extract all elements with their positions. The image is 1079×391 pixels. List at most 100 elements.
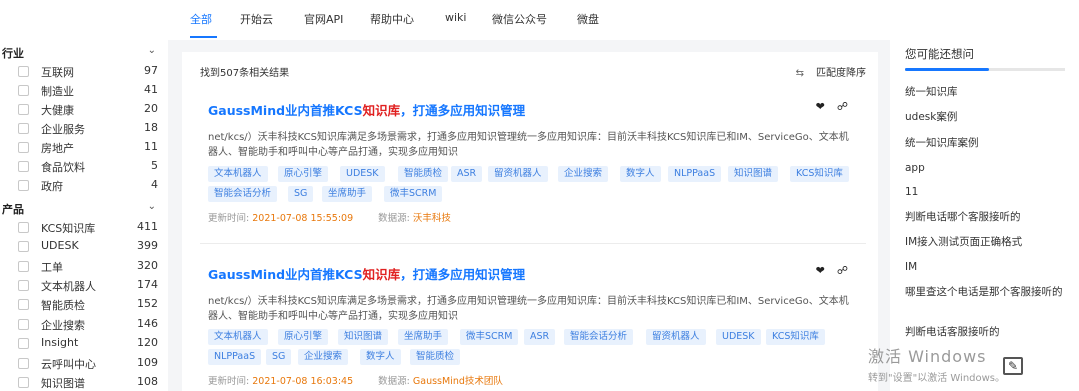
tag[interactable]: 微丰SCRM: [460, 329, 519, 345]
checkbox[interactable]: [18, 319, 29, 330]
tag[interactable]: 数字人: [360, 349, 401, 365]
tag[interactable]: 企业搜索: [558, 166, 609, 182]
filter-option[interactable]: Insight 120: [18, 336, 158, 352]
checkbox[interactable]: [18, 123, 29, 134]
tag[interactable]: 知识图谱: [728, 166, 779, 182]
related-question[interactable]: 统一知识库案例: [905, 136, 1073, 150]
filter-option[interactable]: 制造业 41: [18, 83, 158, 99]
tab-weipan[interactable]: 微盘: [577, 11, 599, 27]
tag[interactable]: KCS知识库: [790, 166, 849, 182]
tag[interactable]: 留资机器人: [488, 166, 548, 182]
related-question[interactable]: IM: [905, 260, 1073, 274]
filter-option[interactable]: 智能质检 152: [18, 297, 158, 313]
filter-option[interactable]: 食品饮料 5: [18, 159, 158, 175]
result-title-suffix[interactable]: ，打通多应用知识管理: [400, 103, 525, 118]
tag[interactable]: SG: [288, 186, 314, 202]
tag[interactable]: SG: [266, 349, 292, 365]
filter-option[interactable]: 房地产 11: [18, 140, 158, 156]
tag[interactable]: 数字人: [620, 166, 661, 182]
tab-help-center[interactable]: 帮助中心: [370, 11, 414, 27]
filter-option[interactable]: UDESK 399: [18, 239, 158, 255]
heart-icon[interactable]: ❤: [816, 100, 825, 113]
tag[interactable]: 智能质检: [398, 166, 449, 182]
filter-group-industry[interactable]: 行业 ⌄: [2, 45, 162, 61]
checkbox[interactable]: [18, 104, 29, 115]
tag[interactable]: ASR: [524, 329, 556, 345]
checkbox[interactable]: [18, 261, 29, 272]
tag[interactable]: 留资机器人: [646, 329, 706, 345]
checkbox[interactable]: [18, 85, 29, 96]
filter-option[interactable]: 互联网 97: [18, 64, 158, 80]
related-question[interactable]: udesk案例: [905, 110, 1073, 124]
tag[interactable]: 智能会话分析: [208, 186, 278, 202]
tag[interactable]: 企业搜索: [298, 349, 349, 365]
related-question[interactable]: 哪里查这个电话是那个客服接听的: [905, 285, 1071, 299]
result-title-highlight[interactable]: 知识库: [363, 103, 401, 118]
sort-control[interactable]: ⇆ 匹配度降序: [796, 64, 866, 79]
tag[interactable]: UDESK: [716, 329, 761, 345]
tag[interactable]: 坐席助手: [322, 186, 373, 202]
tag[interactable]: NLPPaaS: [668, 166, 722, 182]
result-title-suffix[interactable]: ，打通多应用知识管理: [400, 267, 525, 282]
filter-option[interactable]: KCS知识库 411: [18, 220, 158, 236]
related-question[interactable]: 统一知识库: [905, 85, 1073, 99]
checkbox[interactable]: [18, 222, 29, 233]
tag[interactable]: 文本机器人: [208, 329, 268, 345]
checkbox[interactable]: [18, 180, 29, 191]
checkbox[interactable]: [18, 338, 29, 349]
tab-kaishiyun[interactable]: 开始云: [240, 11, 273, 27]
checkbox[interactable]: [18, 161, 29, 172]
swap-sort-icon[interactable]: ⇆: [796, 68, 804, 79]
tab-wechat-official[interactable]: 微信公众号: [492, 11, 547, 27]
checkbox[interactable]: [18, 280, 29, 291]
related-question[interactable]: app: [905, 161, 1073, 175]
result-title[interactable]: GaussMind业内首推KCS知识库，打通多应用知识管理: [208, 100, 525, 119]
tab-all[interactable]: 全部: [190, 11, 212, 27]
tag[interactable]: UDESK: [340, 166, 385, 182]
data-source[interactable]: 沃丰科技: [413, 213, 451, 224]
share-icon[interactable]: ☍: [837, 264, 848, 277]
filter-option[interactable]: 企业搜索 146: [18, 317, 158, 333]
related-question[interactable]: 判断电话客服接听的: [905, 325, 1073, 339]
related-question[interactable]: IM接入测试页面正确格式: [905, 235, 1073, 249]
filter-option[interactable]: 大健康 20: [18, 102, 158, 118]
filter-option[interactable]: 文本机器人 174: [18, 278, 158, 294]
chevron-down-icon[interactable]: ⌄: [148, 201, 156, 212]
result-title-prefix[interactable]: GaussMind业内首推KCS: [208, 267, 363, 282]
filter-option[interactable]: 企业服务 18: [18, 121, 158, 137]
checkbox[interactable]: [18, 358, 29, 369]
tag[interactable]: 智能质检: [410, 349, 461, 365]
tab-wiki[interactable]: wiki: [445, 11, 466, 24]
tag[interactable]: NLPPaaS: [208, 349, 262, 365]
related-question[interactable]: 判断电话哪个客服接听的: [905, 210, 1073, 224]
chevron-down-icon[interactable]: ⌄: [148, 45, 156, 56]
result-title[interactable]: GaussMind业内首推KCS知识库，打通多应用知识管理: [208, 264, 525, 283]
tab-official-api[interactable]: 官网API: [304, 11, 343, 27]
filter-option[interactable]: 知识图谱 108: [18, 375, 158, 391]
tag[interactable]: 智能会话分析: [564, 329, 634, 345]
tag[interactable]: 知识图谱: [338, 329, 389, 345]
filter-option[interactable]: 工单 320: [18, 259, 158, 275]
checkbox[interactable]: [18, 377, 29, 388]
share-icon[interactable]: ☍: [837, 100, 848, 113]
tag[interactable]: 原心引擎: [278, 166, 329, 182]
feedback-edit-icon[interactable]: ✎: [1003, 357, 1023, 375]
filter-option[interactable]: 云呼叫中心 109: [18, 356, 158, 372]
checkbox[interactable]: [18, 299, 29, 310]
checkbox[interactable]: [18, 66, 29, 77]
tag[interactable]: KCS知识库: [766, 329, 825, 345]
result-title-prefix[interactable]: GaussMind业内首推KCS: [208, 103, 363, 118]
filter-group-product[interactable]: 产品 ⌄: [2, 201, 162, 217]
tag[interactable]: 原心引擎: [278, 329, 329, 345]
related-question[interactable]: 11: [905, 185, 1073, 199]
result-title-highlight[interactable]: 知识库: [363, 267, 401, 282]
data-source[interactable]: GaussMind技术团队: [413, 376, 503, 387]
tag[interactable]: 坐席助手: [398, 329, 449, 345]
filter-option[interactable]: 政府 4: [18, 178, 158, 194]
heart-icon[interactable]: ❤: [816, 264, 825, 277]
checkbox[interactable]: [18, 241, 29, 252]
tag[interactable]: 文本机器人: [208, 166, 268, 182]
checkbox[interactable]: [18, 142, 29, 153]
tag[interactable]: 微丰SCRM: [384, 186, 443, 202]
tag[interactable]: ASR: [451, 166, 483, 182]
